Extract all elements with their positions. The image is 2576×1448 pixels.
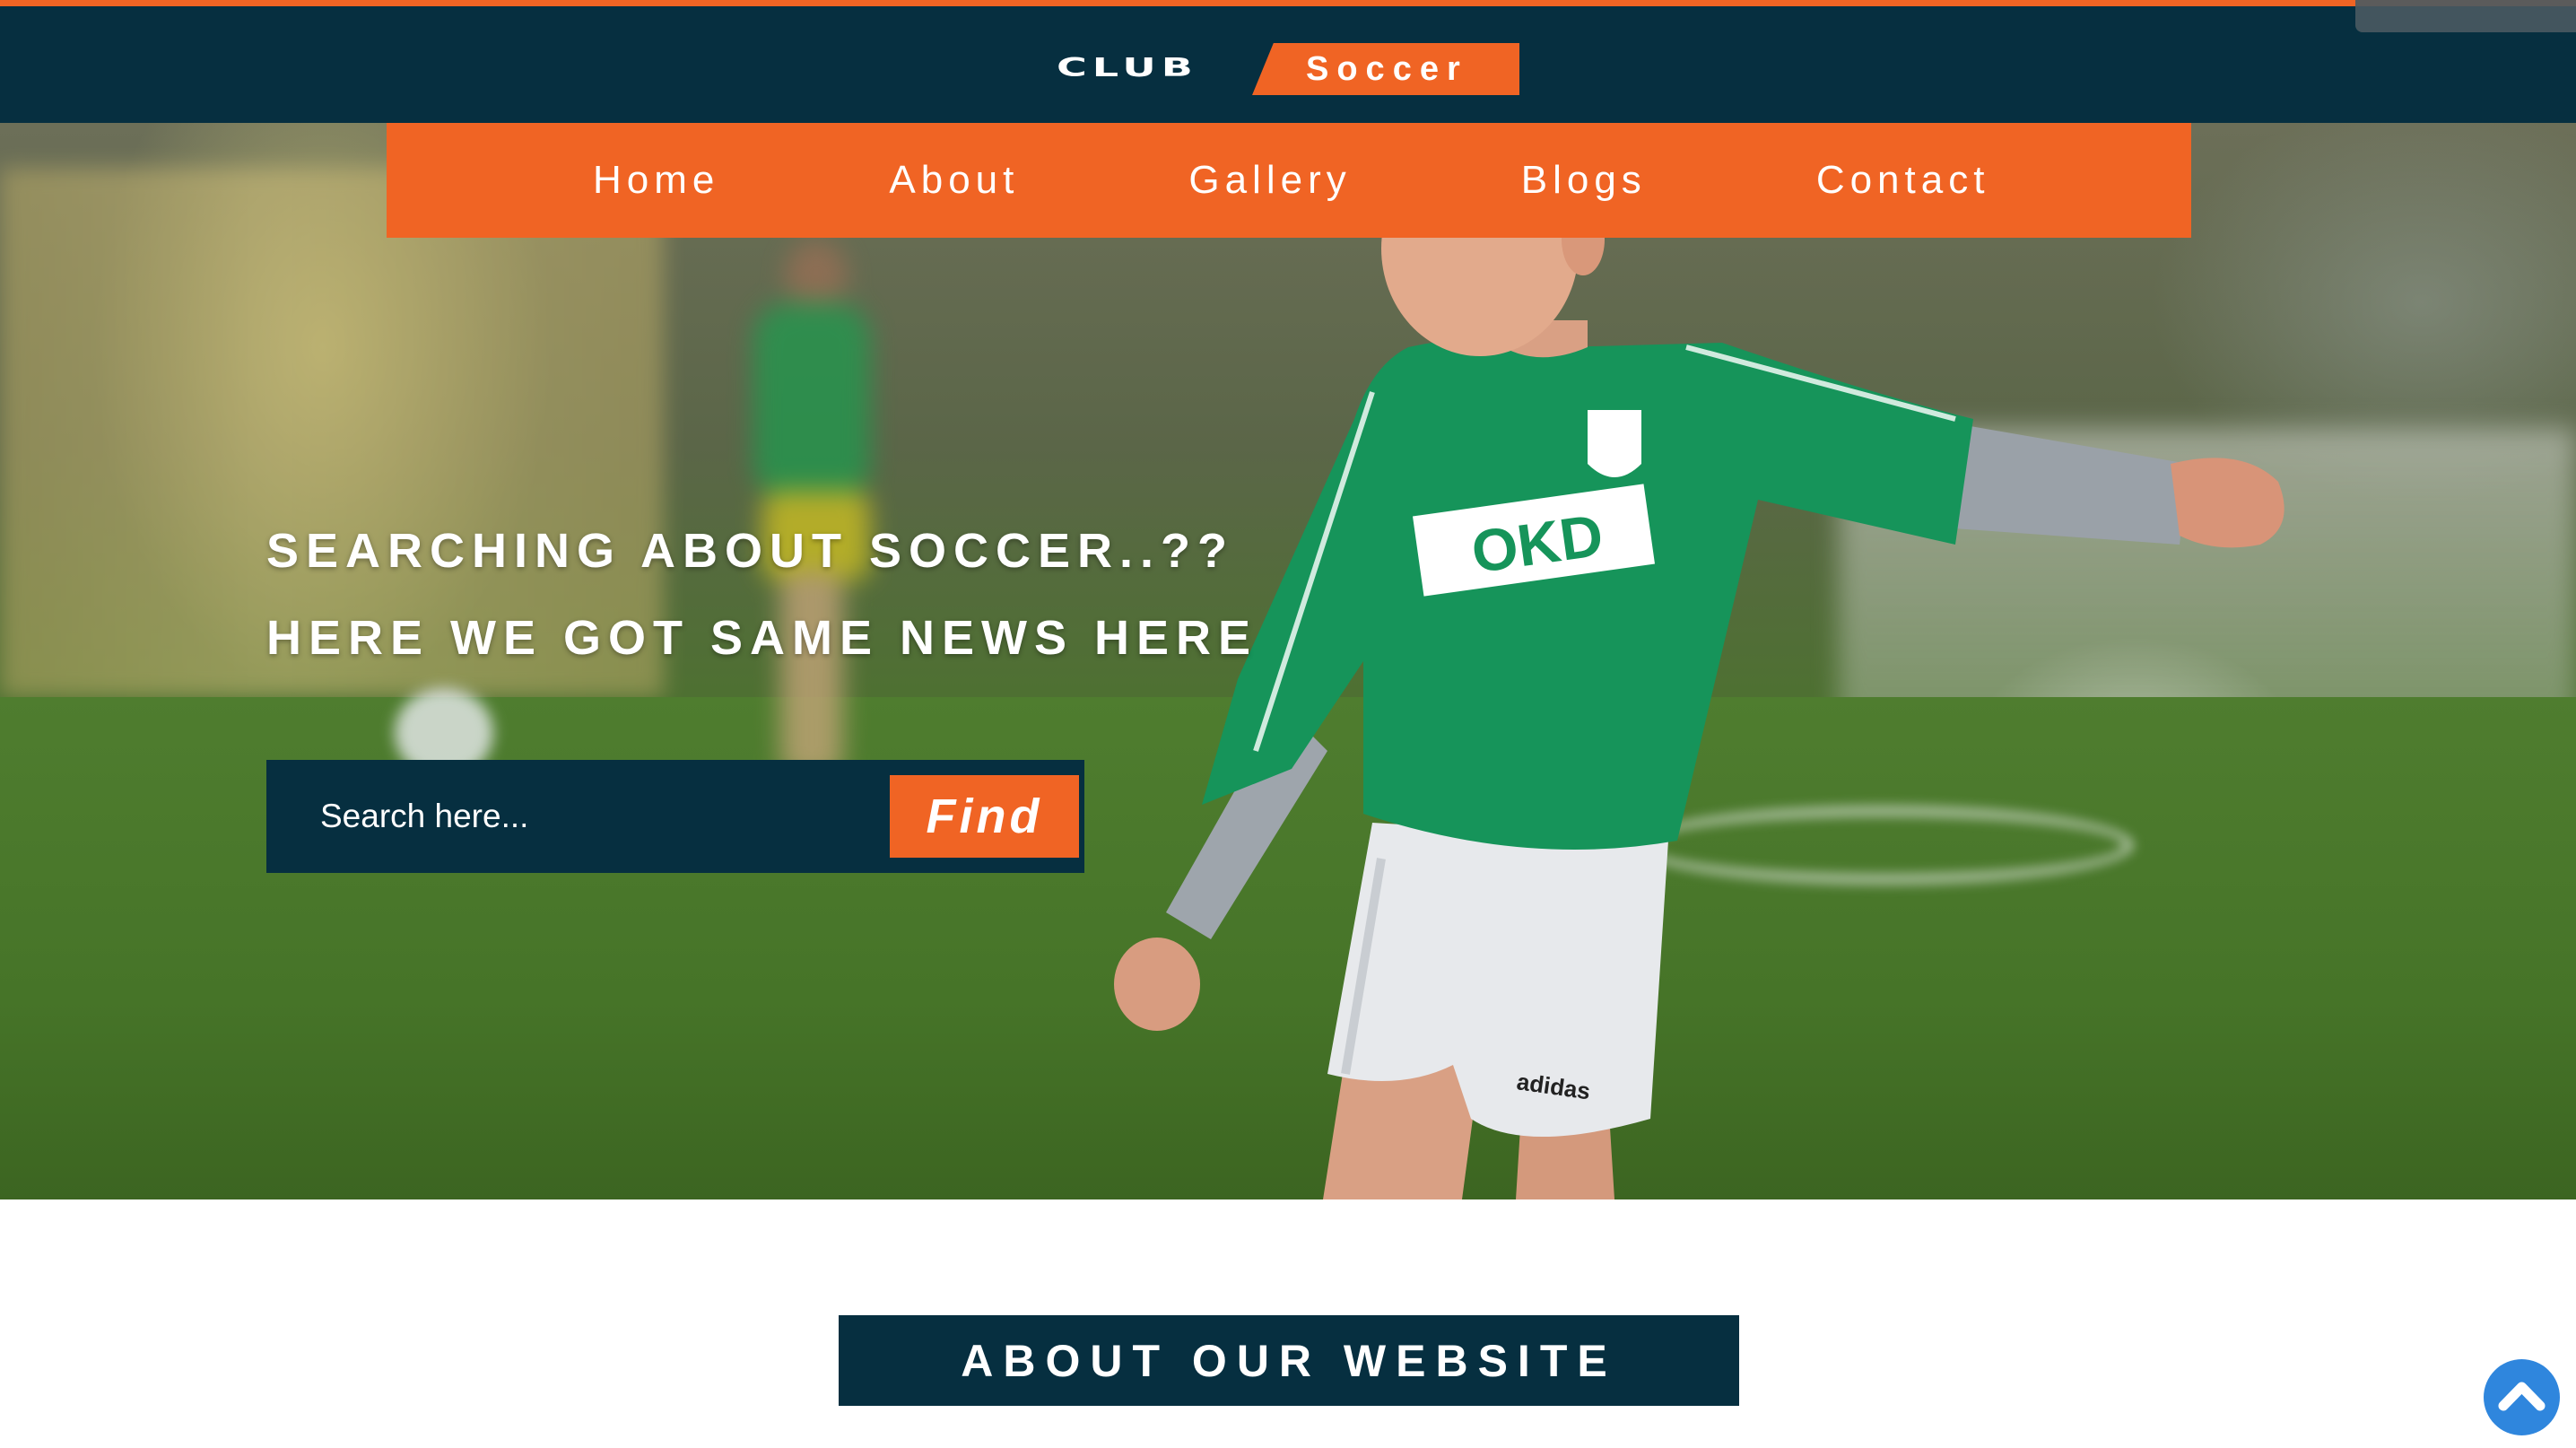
nav-item-home[interactable]: Home [593,158,719,203]
logo-club-text: CLUB [1057,52,1198,83]
chevron-up-icon [2498,1382,2546,1411]
scroll-to-top-button[interactable] [2484,1359,2560,1435]
about-section-title: ABOUT OUR WEBSITE [839,1315,1739,1406]
corner-tab[interactable] [2355,0,2576,32]
hero-title-line1: SEARCHING ABOUT SOCCER..?? [266,524,1235,578]
main-nav: Home About Gallery Blogs Contact [387,123,2191,238]
nav-item-blogs[interactable]: Blogs [1521,158,1647,203]
top-accent-bar [0,0,2576,6]
search-input[interactable] [266,760,885,873]
nav-item-contact[interactable]: Contact [1816,158,1990,203]
find-button[interactable]: Find [890,775,1079,858]
nav-item-gallery[interactable]: Gallery [1188,158,1351,203]
hero-title-line2: HERE WE GOT SAME NEWS HERE [266,611,1258,665]
logo-soccer-text: Soccer [1306,50,1468,88]
search-form: Find [266,760,1084,873]
site-header: CLUB Soccer [0,6,2576,123]
hero-banner: adidas OKD SEARCHING ABOUT SOCCER..?? HE… [0,123,2576,1199]
nav-item-about[interactable]: About [889,158,1019,203]
site-logo[interactable]: CLUB Soccer [1057,37,1519,98]
